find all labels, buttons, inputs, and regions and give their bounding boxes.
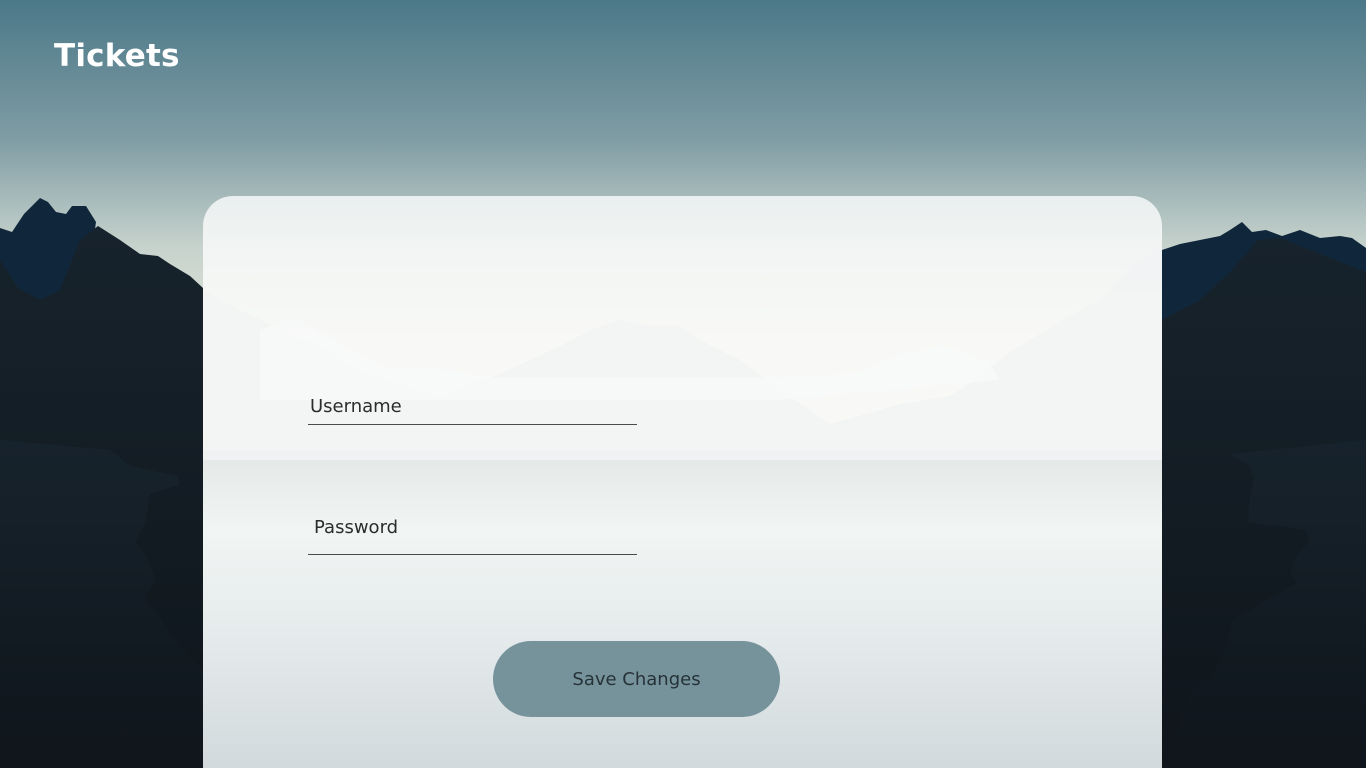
app-title: Tickets [54,38,180,74]
password-field [308,510,637,555]
password-input[interactable] [308,510,637,554]
settings-card: Save Changes [203,196,1162,768]
username-input[interactable] [308,386,637,424]
username-field [308,386,637,425]
save-changes-button[interactable]: Save Changes [493,641,780,717]
